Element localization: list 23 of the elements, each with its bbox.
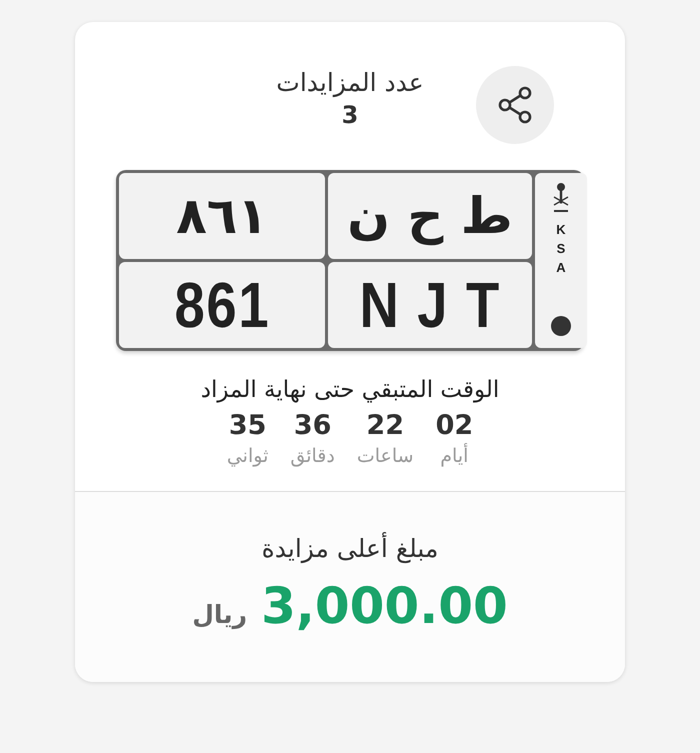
country-letter: S bbox=[556, 240, 566, 257]
country-letter: K bbox=[556, 221, 566, 238]
bids-label: عدد المزايدات bbox=[276, 67, 424, 100]
countdown-unit: ساعات bbox=[356, 444, 414, 469]
country-letter: A bbox=[556, 259, 566, 276]
plate-dot-icon bbox=[551, 316, 571, 336]
plate-latin-letters: N J T bbox=[359, 268, 501, 342]
countdown-value: 02 bbox=[436, 409, 474, 443]
countdown-value: 36 bbox=[294, 409, 332, 443]
share-icon bbox=[496, 85, 534, 125]
countdown-title: الوقت المتبقي حتى نهاية المزاد bbox=[200, 376, 500, 405]
plate-arabic-numbers: ٨٦١ bbox=[119, 173, 325, 259]
plate-arabic-letters: ط ح ن bbox=[328, 173, 532, 259]
bids-count: 3 bbox=[342, 100, 358, 130]
highest-bid-label: مبلغ أعلى مزايدة bbox=[262, 532, 438, 566]
countdown-value: 35 bbox=[228, 409, 266, 443]
plate-latin-numbers: 861 bbox=[174, 268, 270, 342]
countdown-unit: أيام bbox=[440, 443, 468, 469]
countdown-unit: دقائق bbox=[290, 444, 335, 469]
bid-amount: 3,000.00 bbox=[261, 576, 508, 636]
countdown-value: 22 bbox=[366, 409, 404, 443]
currency-label: ريال bbox=[192, 600, 248, 629]
countdown-unit: ثواني bbox=[226, 444, 268, 469]
